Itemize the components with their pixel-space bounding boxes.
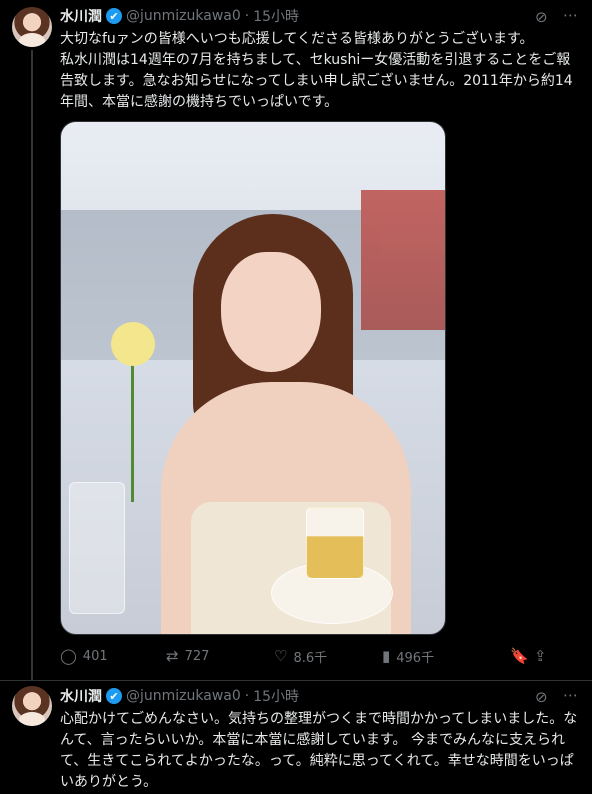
reply-button[interactable]: ◯ 401 <box>60 646 166 665</box>
user-handle[interactable]: @junmizukawa0 <box>126 688 241 704</box>
bookmark-icon: 🔖 <box>510 646 529 665</box>
retweet-count: 727 <box>184 648 210 664</box>
rose-stem <box>131 362 134 502</box>
tweet-text: 心配かけてごめんなさい。気持ちの整理がつくまで時間かかってしまいました。なんて、… <box>60 711 578 790</box>
views-button[interactable]: ▮ 496千 <box>382 647 510 666</box>
grok-icon[interactable]: ⊘ <box>535 8 548 26</box>
verified-badge-icon: ✔ <box>106 8 122 24</box>
more-options-icon[interactable]: ⋯ <box>563 6 578 24</box>
view-count: 496千 <box>396 650 435 666</box>
bookmark-button[interactable]: 🔖 <box>510 646 534 665</box>
tweet-actions: ◯ 401 ⇄ 727 ♡ 8.6千 ▮ 496千 🔖 ⇪ <box>60 645 582 667</box>
separator-dot: · <box>244 688 250 704</box>
tweet-text: 大切なfuァンの皆様へいつも応援してくださる皆様ありがとうございます。 私水川潤… <box>60 31 573 110</box>
bar-chart-icon: ▮ <box>382 646 391 665</box>
grok-icon[interactable]: ⊘ <box>535 688 548 706</box>
retweet-button[interactable]: ⇄ 727 <box>166 646 274 665</box>
tweet-2[interactable]: 水川潤 ✔ @junmizukawa0 · 15小時 ⊘ ⋯ 心配かけてごめんな… <box>0 680 592 794</box>
separator-dot: · <box>244 8 250 24</box>
avatar[interactable] <box>12 7 52 47</box>
share-button[interactable]: ⇪ <box>534 646 558 665</box>
like-count: 8.6千 <box>293 650 328 666</box>
verified-badge-icon: ✔ <box>106 688 122 704</box>
share-icon: ⇪ <box>534 646 547 665</box>
tweet-photo[interactable] <box>60 121 446 635</box>
glass-vase <box>69 482 125 614</box>
more-options-icon[interactable]: ⋯ <box>563 686 578 704</box>
user-handle[interactable]: @junmizukawa0 <box>126 8 241 24</box>
tweet-header: 水川潤 ✔ @junmizukawa0 · 15小時 <box>60 6 299 26</box>
timestamp[interactable]: 15小時 <box>253 6 299 26</box>
like-button[interactable]: ♡ 8.6千 <box>274 647 382 666</box>
display-name[interactable]: 水川潤 <box>60 686 102 706</box>
retweet-icon: ⇄ <box>166 646 179 665</box>
yellow-rose <box>111 322 155 366</box>
photo-subject-face <box>221 252 321 372</box>
tweet-1[interactable]: 水川潤 ✔ @junmizukawa0 · 15小時 ⊘ ⋯ 大切なfuァンの皆… <box>0 0 592 680</box>
heart-icon: ♡ <box>274 646 288 665</box>
tweet-header: 水川潤 ✔ @junmizukawa0 · 15小時 <box>60 686 299 706</box>
avatar[interactable] <box>12 686 52 726</box>
reply-count: 401 <box>82 648 108 664</box>
tea-glass <box>306 507 364 579</box>
reply-icon: ◯ <box>60 646 77 665</box>
display-name[interactable]: 水川潤 <box>60 6 102 26</box>
timestamp[interactable]: 15小時 <box>253 686 299 706</box>
